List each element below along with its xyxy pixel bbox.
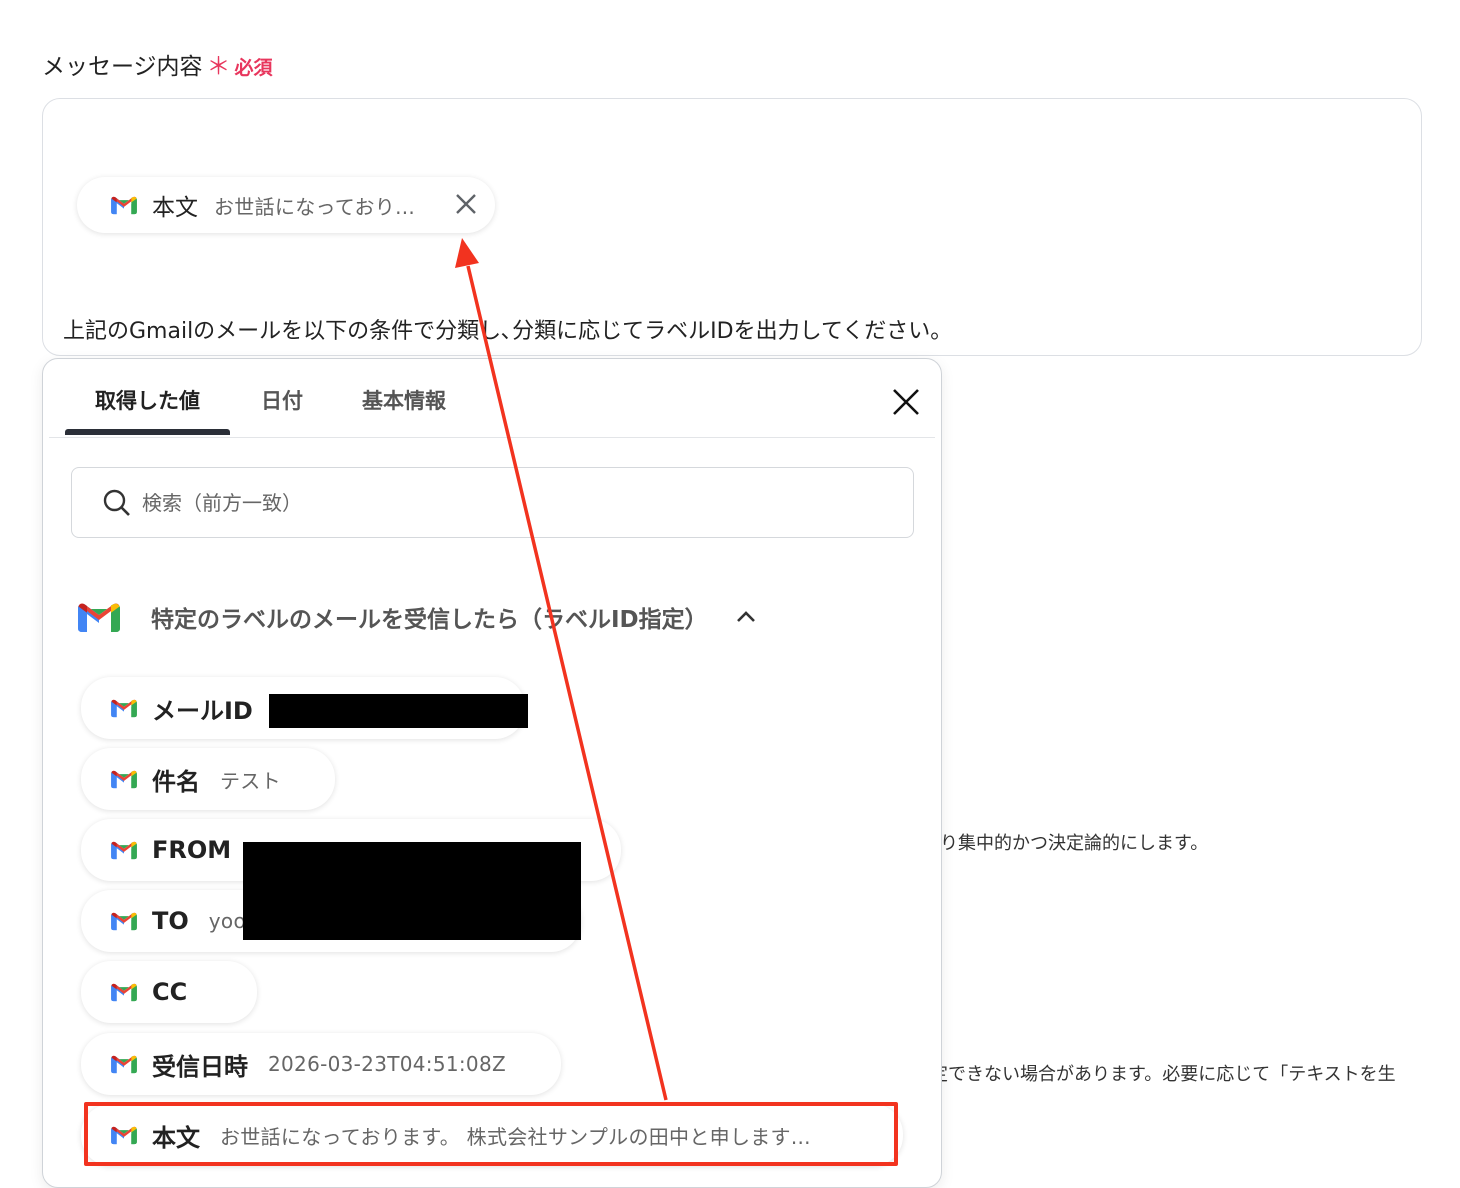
variable-chip-subject[interactable]: 件名 テスト — [81, 748, 335, 810]
gmail-icon — [111, 1055, 137, 1074]
tab-acquired-values[interactable]: 取得した値 — [95, 385, 200, 415]
chip-value: お世話になっており... — [214, 194, 416, 219]
chip-label: 件名 — [152, 767, 200, 796]
chip-value: yoo — [208, 909, 246, 933]
group-title: 特定のラベルのメールを受信したら（ラベルID指定） — [151, 607, 708, 633]
chip-label: CC — [152, 978, 188, 1006]
editor-text: 上記のGmailのメールを以下の条件で分類し､分類に応じてラベルIDを出力してく… — [63, 319, 953, 344]
tab-bar: 取得した値 日付 基本情報 — [49, 359, 935, 438]
gmail-icon — [111, 841, 137, 860]
chip-label: FROM — [152, 836, 232, 864]
gmail-icon — [111, 699, 137, 718]
redaction-block — [243, 842, 581, 940]
active-tab-indicator — [65, 429, 230, 435]
gmail-icon — [111, 912, 137, 931]
close-icon[interactable] — [891, 387, 921, 417]
tab-date[interactable]: 日付 — [261, 385, 303, 415]
chip-value: 2026-03-23T04:51:08Z — [268, 1052, 506, 1076]
field-label: メッセージ内容 ＊ 必須 — [42, 46, 273, 81]
chip-label: 本文 — [152, 195, 198, 221]
close-icon[interactable] — [453, 191, 479, 217]
field-label-text: メッセージ内容 — [42, 54, 203, 80]
tab-basic-info[interactable]: 基本情報 — [362, 385, 446, 415]
annotation-highlight-box — [84, 1102, 898, 1166]
gmail-icon — [78, 603, 120, 632]
chip-label: TO — [152, 907, 189, 935]
variable-chip-received-at[interactable]: 受信日時 2026-03-23T04:51:08Z — [81, 1033, 561, 1095]
required-badge: 必須 — [234, 57, 273, 79]
search-box — [71, 467, 914, 538]
background-hint-text: 定できない場合があります。必要に応じて「テキストを生 — [930, 1064, 1396, 1085]
background-hint-text: り集中的かつ決定論的にします。 — [940, 833, 1209, 854]
chip-value: テスト — [220, 768, 281, 793]
trigger-group-header[interactable]: 特定のラベルのメールを受信したら（ラベルID指定） — [75, 599, 758, 635]
chevron-up-icon[interactable] — [734, 605, 758, 629]
variable-chip-cc[interactable]: CC — [81, 961, 257, 1023]
message-editor[interactable]: 本文 お世話になっており... 上記のGmailのメールを以下の条件で分類し､分… — [42, 98, 1422, 356]
inserted-variable-chip[interactable]: 本文 お世話になっており... — [77, 177, 495, 233]
search-icon — [103, 489, 130, 516]
redaction-block — [269, 694, 528, 728]
search-input[interactable] — [140, 489, 844, 516]
gmail-icon — [111, 196, 137, 215]
gmail-icon — [111, 770, 137, 789]
chip-label: メールID — [152, 696, 253, 725]
variable-picker-popup: 取得した値 日付 基本情報 特定のラベルのメールを受信したら（ラベルID指定） … — [42, 358, 942, 1188]
chip-label: 受信日時 — [152, 1052, 248, 1081]
required-mark: ＊ — [206, 52, 231, 80]
gmail-icon — [111, 983, 137, 1002]
